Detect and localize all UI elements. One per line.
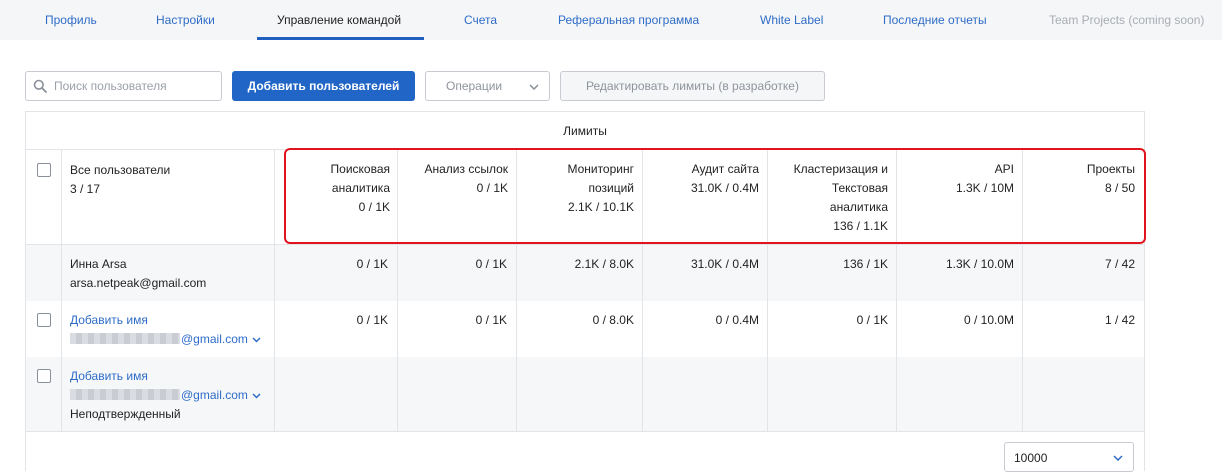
cell-search-analytics: 0 / 1K — [356, 257, 388, 271]
tab-team-projects: Team Projects (coming soon) — [1049, 13, 1205, 27]
redacted-email — [70, 333, 180, 344]
active-tab-indicator — [257, 37, 424, 40]
add-users-button[interactable]: Добавить пользователей — [232, 71, 415, 101]
cell-search-analytics: 0 / 1K — [356, 313, 388, 327]
table-row: Добавить имя @gmail.com 0 / 1K 0 / 1K 0 … — [26, 301, 1144, 357]
search-input[interactable] — [54, 72, 214, 100]
column-clustering: Кластеризация и Текстовая аналитика 136 /… — [793, 162, 888, 233]
chevron-down-icon[interactable] — [252, 337, 261, 343]
cell-site-audit: 0 / 0.4M — [715, 313, 759, 327]
cell-link-analysis: 0 / 1K — [475, 257, 507, 271]
cell-clustering: 136 / 1K — [843, 257, 888, 271]
edit-limits-button: Редактировать лимиты (в разработке) — [560, 71, 825, 101]
table-header-row: Все пользователи 3 / 17 Поисковая аналит… — [26, 150, 1144, 245]
row-checkbox[interactable] — [37, 313, 51, 327]
table-row: Добавить имя @gmail.com Неподтвержденный — [26, 357, 1144, 432]
column-search-analytics: Поисковая аналитика 0 / 1K — [330, 162, 390, 214]
add-name-link[interactable]: Добавить имя — [70, 369, 148, 383]
all-users-count: 3 / 17 — [70, 182, 101, 196]
tab-invoices[interactable]: Счета — [464, 0, 497, 40]
user-email: @gmail.com — [181, 332, 248, 346]
cell-clustering: 0 / 1K — [856, 313, 888, 327]
top-navigation: Профиль Настройки Управление командой Сч… — [0, 0, 1222, 40]
column-site-audit: Аудит сайта 31.0K / 0.4M — [690, 162, 759, 195]
cell-site-audit: 31.0K / 0.4M — [690, 257, 759, 271]
status-unconfirmed: Неподтвержденный — [70, 407, 181, 421]
search-icon — [33, 79, 47, 93]
tab-settings[interactable]: Настройки — [156, 0, 215, 40]
cell-projects: 1 / 42 — [1104, 313, 1135, 327]
all-users-label: Все пользователи — [70, 163, 171, 177]
column-projects: Проекты 8 / 50 — [1086, 162, 1135, 195]
column-rank-tracking: Мониторинг позиций 2.1K / 10.1K — [567, 162, 634, 214]
user-email: @gmail.com — [181, 388, 248, 402]
column-api: API 1.3K / 10M — [955, 162, 1014, 195]
redacted-email — [70, 389, 180, 400]
page-size-select[interactable]: 10000 — [1004, 442, 1134, 472]
operations-dropdown[interactable]: Операции — [425, 71, 550, 101]
user-email: arsa.netpeak@gmail.com — [70, 276, 207, 290]
select-all-checkbox[interactable] — [37, 163, 51, 177]
cell-api: 0 / 10.0M — [963, 313, 1014, 327]
team-table: Лимиты Все пользователи 3 / 17 Поисковая… — [25, 111, 1145, 471]
row-checkbox[interactable] — [37, 369, 51, 383]
table-row: Инна Arsa arsa.netpeak@gmail.com 0 / 1K … — [26, 245, 1144, 301]
cell-rank-tracking: 0 / 8.0K — [592, 313, 634, 327]
operations-label: Операции — [446, 79, 503, 93]
cell-projects: 7 / 42 — [1104, 257, 1135, 271]
tab-profile[interactable]: Профиль — [45, 0, 97, 40]
page-size-value: 10000 — [1014, 451, 1048, 465]
cell-link-analysis: 0 / 1K — [475, 313, 507, 327]
chevron-down-icon — [1113, 455, 1123, 461]
tab-recent-reports[interactable]: Последние отчеты — [883, 0, 987, 40]
tab-referral-program[interactable]: Реферальная программа — [558, 0, 699, 40]
cell-rank-tracking: 2.1K / 8.0K — [574, 257, 634, 271]
cell-api: 1.3K / 10.0M — [945, 257, 1014, 271]
add-name-link[interactable]: Добавить имя — [70, 313, 148, 327]
limits-header: Лимиты — [26, 112, 1144, 150]
chevron-down-icon[interactable] — [252, 393, 261, 399]
column-link-analysis: Анализ ссылок 0 / 1K — [424, 162, 508, 195]
tab-team-management[interactable]: Управление командой — [277, 0, 401, 40]
chevron-down-icon — [529, 84, 539, 90]
user-name: Инна Arsa — [70, 257, 127, 271]
search-box[interactable] — [25, 71, 222, 101]
tab-white-label[interactable]: White Label — [760, 0, 823, 40]
